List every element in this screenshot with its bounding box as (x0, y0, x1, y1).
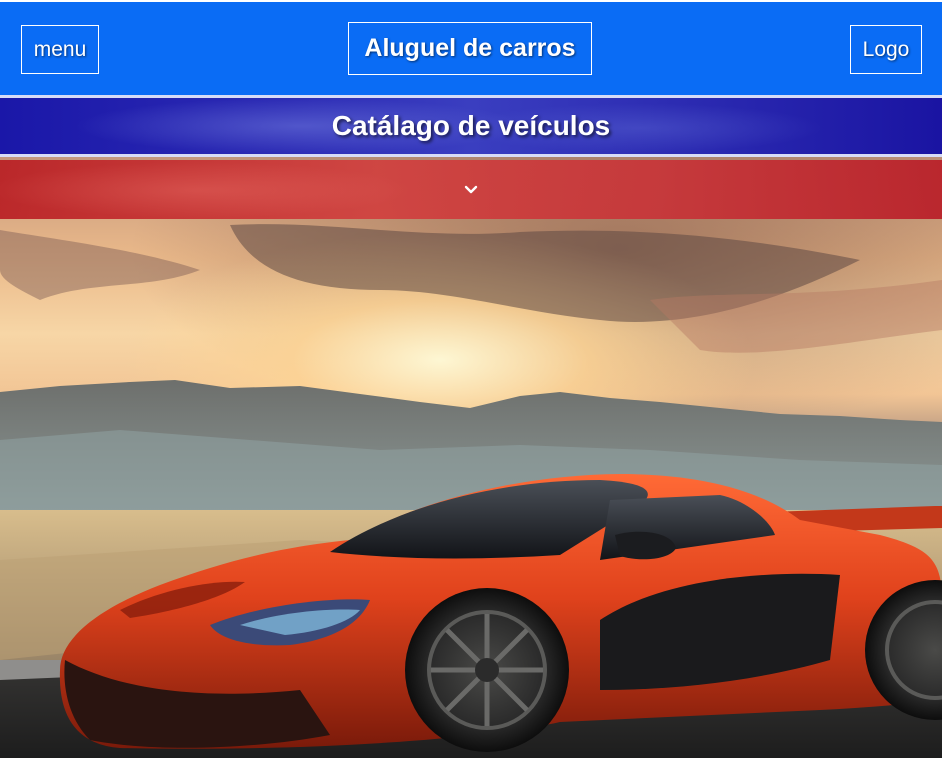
page: menu Aluguel de carros Logo Catálago de … (0, 0, 942, 758)
catalog-title: Catálago de veículos (331, 110, 611, 141)
menu-button[interactable]: menu (21, 25, 99, 74)
expand-catalog-toggle[interactable] (0, 160, 942, 219)
divider (0, 154, 942, 157)
catalog-banner: Catálago de veículos (0, 98, 942, 154)
top-nav-bar: menu Aluguel de carros Logo (0, 0, 942, 95)
logo-button[interactable]: Logo (850, 25, 922, 74)
site-title: Aluguel de carros (348, 22, 592, 75)
chevron-down-icon[interactable] (461, 180, 481, 200)
